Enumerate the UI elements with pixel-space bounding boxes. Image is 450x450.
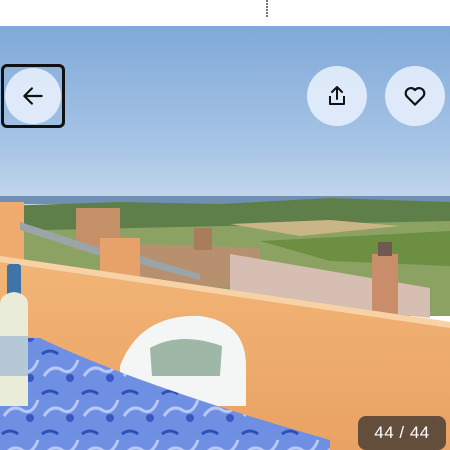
scroll-indicator [266, 0, 268, 18]
gallery-photo[interactable]: 44 / 44 [0, 26, 450, 450]
back-button[interactable] [5, 68, 61, 124]
arrow-left-icon [23, 87, 43, 105]
share-button[interactable] [307, 66, 367, 126]
share-icon [329, 86, 345, 105]
favorite-button[interactable] [385, 66, 445, 126]
photo-illustration [0, 26, 450, 450]
back-button-focus-ring [1, 64, 65, 128]
photo-counter: 44 / 44 [358, 416, 446, 450]
heart-icon [404, 87, 426, 106]
top-strip [0, 0, 450, 26]
